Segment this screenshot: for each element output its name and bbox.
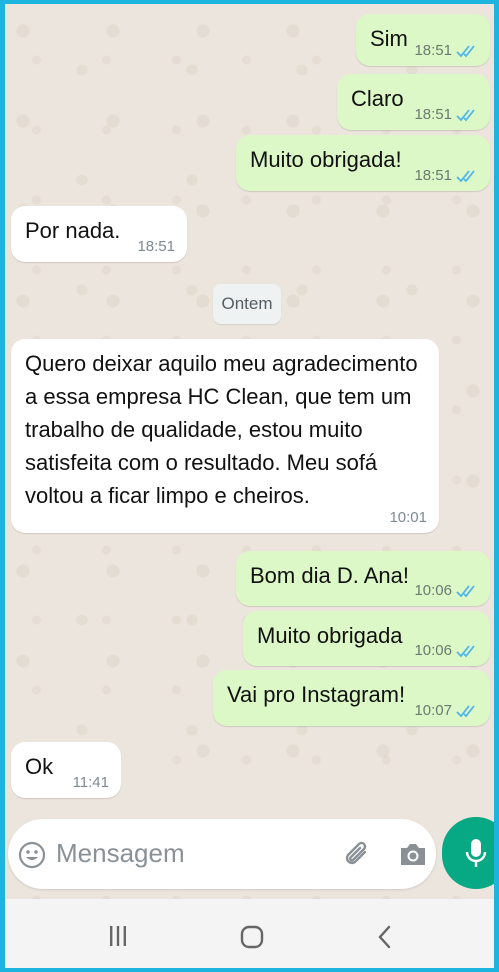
message-meta: 10:01 <box>389 509 427 527</box>
message-text: Sim <box>370 26 408 51</box>
message-time: 18:51 <box>137 238 175 255</box>
double-check-icon <box>456 644 478 658</box>
message-input[interactable]: Mensagem <box>56 838 185 869</box>
message-bubble-outgoing[interactable]: Claro 18:51 <box>337 74 490 130</box>
microphone-button[interactable] <box>442 817 494 889</box>
chat-screen: Sim 18:51 Claro 18:51 Muito obrigada! 18… <box>5 4 494 968</box>
message-text: Muito obrigada <box>257 623 403 648</box>
double-check-icon <box>456 704 478 718</box>
message-text: Vai pro Instagram! <box>227 682 406 707</box>
double-check-icon <box>456 584 478 598</box>
home-icon[interactable] <box>240 925 264 954</box>
double-check-icon <box>456 169 478 183</box>
message-time: 10:06 <box>414 642 452 659</box>
message-bubble-incoming[interactable]: Quero deixar aquilo meu agradecimento a … <box>11 339 439 533</box>
message-meta: 11:41 <box>73 774 109 792</box>
message-meta: 10:07 <box>414 702 478 720</box>
system-navigation-bar <box>5 899 494 968</box>
camera-icon[interactable] <box>398 841 428 872</box>
message-bubble-incoming[interactable]: Por nada. 18:51 <box>11 206 187 262</box>
message-meta: 18:51 <box>414 42 478 60</box>
message-time: 18:51 <box>414 106 452 123</box>
message-composer[interactable]: Mensagem <box>8 819 436 889</box>
message-time: 10:01 <box>389 509 427 526</box>
paperclip-icon[interactable] <box>343 838 373 875</box>
microphone-icon <box>465 839 487 867</box>
message-time: 10:06 <box>414 582 452 599</box>
message-text: Muito obrigada! <box>250 147 402 172</box>
message-text: Quero deixar aquilo meu agradecimento a … <box>25 351 418 508</box>
emoji-icon[interactable] <box>18 841 46 874</box>
message-text: Por nada. <box>25 218 121 243</box>
message-time: 11:41 <box>72 774 109 791</box>
message-bubble-outgoing[interactable]: Muito obrigada! 18:51 <box>236 135 490 191</box>
message-meta: 18:51 <box>414 106 478 124</box>
date-separator: Ontem <box>213 284 281 324</box>
back-icon[interactable] <box>377 925 393 954</box>
message-meta: 10:06 <box>414 582 478 600</box>
double-check-icon <box>456 108 478 122</box>
message-meta: 18:51 <box>414 167 478 185</box>
message-bubble-outgoing[interactable]: Bom dia D. Ana! 10:06 <box>236 551 490 606</box>
message-meta: 10:06 <box>414 642 478 660</box>
message-time: 10:07 <box>414 702 452 719</box>
message-bubble-outgoing[interactable]: Muito obrigada 10:06 <box>243 611 490 666</box>
message-text: Ok <box>25 754 54 779</box>
message-meta: 18:51 <box>137 238 175 256</box>
message-bubble-incoming[interactable]: Ok 11:41 <box>11 742 121 798</box>
message-time: 18:51 <box>414 42 452 59</box>
double-check-icon <box>456 44 478 58</box>
message-text: Claro <box>351 86 404 111</box>
message-time: 18:51 <box>414 167 452 184</box>
recents-icon[interactable] <box>107 925 129 952</box>
message-text: Bom dia D. Ana! <box>250 563 409 588</box>
message-bubble-outgoing[interactable]: Vai pro Instagram! 10:07 <box>213 670 490 726</box>
message-bubble-outgoing[interactable]: Sim 18:51 <box>356 14 490 66</box>
